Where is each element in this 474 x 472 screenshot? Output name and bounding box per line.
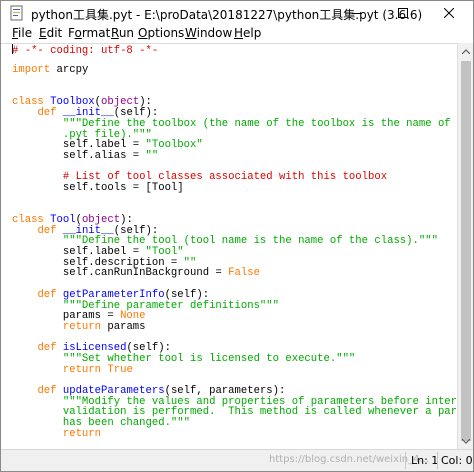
close-button[interactable] (426, 1, 472, 25)
code-line: return params (12, 322, 457, 333)
chevron-down-icon (462, 438, 470, 444)
code-line: import arcpy (12, 65, 457, 76)
code-token: # -*- coding: utf-8 -*- (12, 45, 159, 57)
minimize-button[interactable] (334, 1, 380, 25)
code-line: # -*- coding: utf-8 -*- (12, 44, 457, 57)
status-col: Col: 0 (441, 454, 473, 467)
close-icon (444, 8, 454, 18)
status-line: Ln: 1 (411, 454, 439, 467)
code-token: return (62, 363, 102, 376)
python-idle-icon (9, 5, 25, 21)
menu-bar: File Edit Format Run Options Window Help (1, 25, 473, 43)
code-line: return True (12, 363, 457, 376)
code-token: False (228, 267, 260, 280)
code-token: return (62, 320, 102, 333)
menu-options[interactable]: Options (138, 26, 184, 40)
menu-help[interactable]: Help (234, 26, 261, 40)
status-separator (437, 452, 438, 469)
status-bar: https://blog.csdn.net/weixin_4... Ln: 1 … (1, 449, 473, 471)
menu-file[interactable]: File (12, 26, 32, 40)
chevron-up-icon (462, 48, 470, 54)
status-separator (405, 452, 406, 469)
code-token: self.canRunInBackground = (12, 267, 229, 280)
menu-run[interactable]: Run (111, 26, 134, 40)
code-editor[interactable]: # -*- coding: utf-8 -*- import arcpy cla… (1, 43, 457, 449)
code-token: params (101, 320, 146, 333)
code-line: self.canRunInBackground = False (12, 268, 457, 279)
code-line: self.alias = "" (12, 151, 457, 162)
code-token: return (62, 427, 102, 440)
title-bar[interactable]: python工具集.pyt - E:\proData\20181227\pyth… (1, 1, 473, 25)
menu-edit[interactable]: Edit (39, 26, 62, 40)
code-line: self.tools = [Tool] (12, 183, 457, 194)
code-token: arcpy (50, 64, 89, 77)
idle-editor-window: python工具集.pyt - E:\proData\20181227\pyth… (0, 0, 474, 472)
scrollbar-thumb[interactable] (461, 61, 471, 441)
code-text[interactable]: # -*- coding: utf-8 -*- import arcpy cla… (12, 44, 457, 449)
minimize-icon (352, 13, 362, 14)
code-token: "" (145, 149, 159, 162)
code-token: True (107, 363, 133, 376)
code-token: self.alias = (12, 149, 146, 162)
code-line: return (12, 427, 457, 440)
scroll-down-button[interactable] (458, 433, 473, 449)
menu-window[interactable]: Window (185, 26, 232, 40)
maximize-button[interactable] (380, 1, 426, 25)
scroll-up-button[interactable] (458, 43, 473, 59)
vertical-scrollbar[interactable] (457, 43, 473, 449)
menu-format[interactable]: Format (68, 26, 110, 40)
code-token: self.tools = [Tool] (12, 181, 184, 194)
maximize-icon (398, 8, 408, 18)
